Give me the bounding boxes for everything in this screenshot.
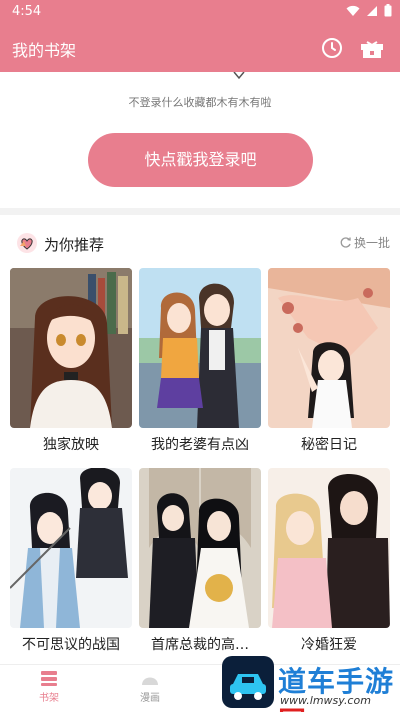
status-time: 4:54 <box>12 4 42 19</box>
login-card: 不登录什么收藏都木有木有啦 快点戳我登录吧 <box>0 72 400 208</box>
car-logo-icon <box>222 656 274 708</box>
section-divider <box>0 208 400 215</box>
refresh-label: 换一批 <box>353 236 390 250</box>
nav-comics-label: 漫画 <box>140 693 160 704</box>
wifi-icon <box>346 5 360 16</box>
comic-title: 不可思议的战国 <box>22 637 120 653</box>
comic-cover[interactable] <box>10 268 132 428</box>
nav-bookshelf-label: 书架 <box>39 693 59 704</box>
nav-comics-tab[interactable]: 漫画 <box>120 669 180 704</box>
recommend-heart-icon <box>17 233 37 253</box>
login-hint: 不登录什么收藏都木有木有啦 <box>128 96 272 109</box>
page-title: 我的书架 <box>12 41 77 60</box>
comic-cover[interactable] <box>268 268 390 428</box>
comic-title: 独家放映 <box>43 437 99 453</box>
recommend-title: 为你推荐 <box>44 236 105 254</box>
comic-title: 首席总裁的高… <box>151 637 249 653</box>
battery-icon <box>384 4 392 17</box>
comic-card[interactable]: 独家放映 <box>10 268 132 454</box>
bookshelf-icon <box>41 671 57 686</box>
comic-cover[interactable] <box>10 468 132 628</box>
gift-box-icon[interactable] <box>359 36 385 60</box>
status-bar: 4:54 <box>0 0 400 24</box>
refresh-icon <box>340 237 351 248</box>
nav-bookshelf-tab[interactable]: 书架 <box>19 669 79 704</box>
comic-cover[interactable] <box>139 468 261 628</box>
comic-card[interactable]: 秘密日记 <box>268 268 390 454</box>
comic-cover[interactable] <box>139 268 261 428</box>
comic-card[interactable]: 首席总裁的高… <box>139 468 261 654</box>
signal-icon <box>367 5 377 16</box>
refresh-button[interactable]: 换一批 <box>339 234 390 251</box>
watermark-logo: 道车手游网 www.lmwsy.com <box>218 654 400 712</box>
comic-title: 我的老婆有点凶 <box>151 437 249 453</box>
comic-title: 冷婚狂爱 <box>301 637 357 653</box>
comic-card[interactable]: 不可思议的战国 <box>10 468 132 654</box>
login-button[interactable]: 快点戳我登录吧 <box>88 133 313 187</box>
comic-card[interactable]: 冷婚狂爱 <box>268 468 390 654</box>
comics-icon <box>142 677 158 685</box>
history-clock-icon[interactable] <box>320 36 344 60</box>
heart-icon <box>233 72 245 80</box>
recommend-header: 为你推荐 换一批 <box>0 222 400 262</box>
app-bar: 我的书架 <box>0 24 400 72</box>
status-icons <box>346 4 392 17</box>
comic-title: 秘密日记 <box>301 437 357 453</box>
watermark-url: www.lmwsy.com <box>280 694 371 707</box>
comic-card[interactable]: 我的老婆有点凶 <box>139 268 261 454</box>
comic-cover[interactable] <box>268 468 390 628</box>
